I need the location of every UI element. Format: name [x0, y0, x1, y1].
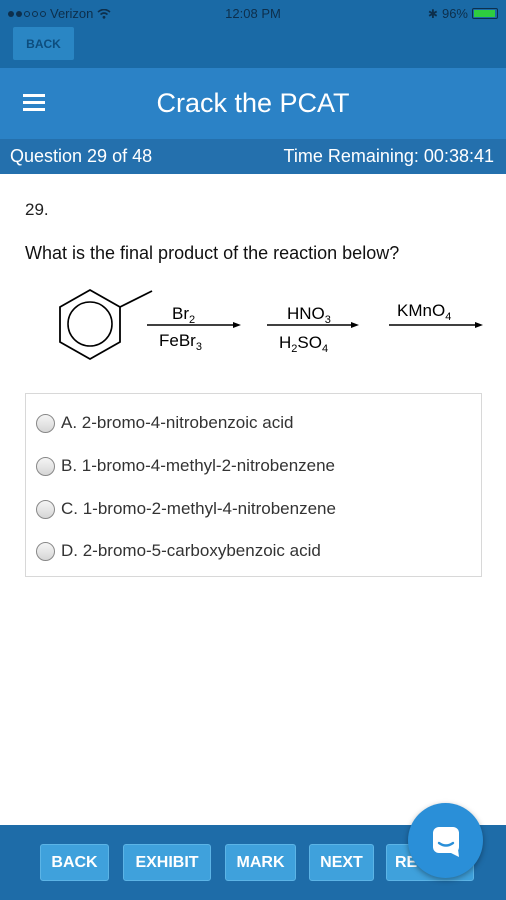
question-progress: Question 29 of 48 — [10, 146, 153, 166]
toluene-structure — [59, 288, 153, 361]
battery-icon — [472, 8, 498, 19]
reagent-h2so4: H2SO4 — [279, 333, 328, 355]
answer-label: D. 2-bromo-5-carboxybenzoic acid — [61, 541, 321, 560]
chat-icon — [432, 826, 459, 857]
answer-option-b[interactable]: B. 1-bromo-4-methyl-2-nitrobenzene — [36, 454, 335, 478]
back-button[interactable]: BACK — [40, 844, 109, 881]
exhibit-button[interactable]: EXHIBIT — [123, 844, 211, 881]
battery-fill — [474, 10, 496, 17]
time-remaining: Time Remaining: 00:38:41 — [283, 146, 494, 166]
next-button[interactable]: NEXT — [309, 844, 374, 881]
chat-button[interactable] — [408, 803, 483, 878]
radio-button-icon[interactable] — [36, 413, 55, 433]
app-title: Crack the PCAT — [156, 88, 350, 118]
top-bar: Verizon 12:08 PM ✱ 96% BACK — [0, 0, 506, 68]
back-button-top[interactable]: BACK — [13, 27, 74, 60]
reaction-scheme: Br2 FeBr3 HNO3 H2SO4 KMnO4 — [59, 288, 483, 361]
radio-button-icon[interactable] — [36, 499, 55, 519]
radio-button-icon[interactable] — [36, 456, 55, 476]
battery-percent: 96% — [441, 6, 468, 21]
answer-choices: A. 2-bromo-4-nitrobenzoic acid B. 1-brom… — [25, 393, 482, 577]
bluetooth-icon: ✱ — [427, 6, 438, 21]
status-bar: Verizon 12:08 PM ✱ 96% — [0, 0, 506, 26]
question-info-bar: Question 29 of 48 Time Remaining: 00:38:… — [0, 139, 506, 174]
mark-button[interactable]: MARK — [225, 844, 296, 881]
battery-group: ✱ 96% — [428, 6, 498, 21]
reagent-kmno4: KMnO4 — [397, 301, 451, 323]
question-text: What is the final product of the reactio… — [25, 243, 400, 263]
question-number: 29. — [25, 200, 49, 219]
answer-label: A. 2-bromo-4-nitrobenzoic acid — [61, 413, 294, 432]
answer-label: C. 1-bromo-2-methyl-4-nitrobenzene — [61, 499, 336, 518]
answer-option-a[interactable]: A. 2-bromo-4-nitrobenzoic acid — [36, 411, 293, 435]
reagent-febr3: FeBr3 — [159, 331, 202, 353]
answer-option-c[interactable]: C. 1-bromo-2-methyl-4-nitrobenzene — [36, 497, 336, 521]
answer-label: B. 1-bromo-4-methyl-2-nitrobenzene — [61, 456, 336, 475]
answer-option-d[interactable]: D. 2-bromo-5-carboxybenzoic acid — [36, 539, 321, 563]
reagent-br2: Br2 — [172, 304, 195, 326]
radio-button-icon[interactable] — [36, 541, 55, 561]
app-header: Crack the PCAT — [0, 68, 506, 139]
reagent-hno3: HNO3 — [287, 304, 331, 326]
